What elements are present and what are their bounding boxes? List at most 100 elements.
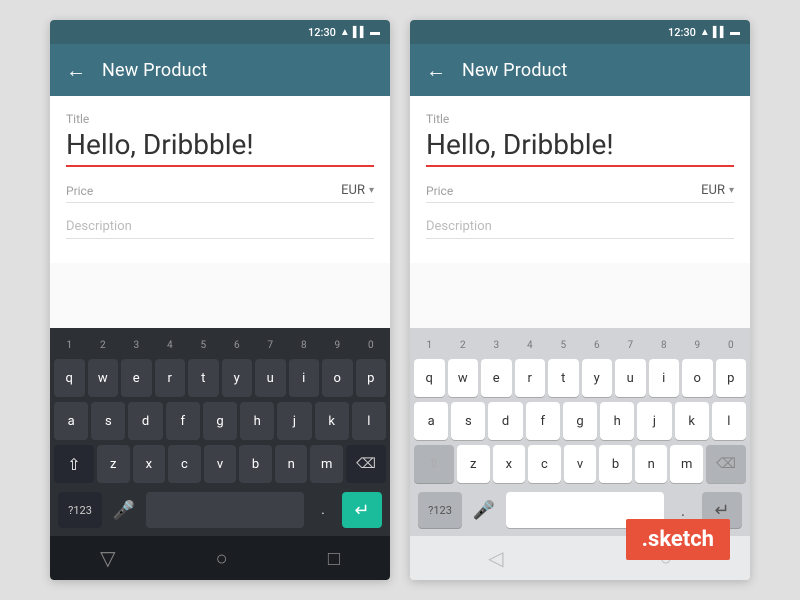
key-o-dark[interactable]: o: [322, 359, 353, 397]
num-6[interactable]: 6: [222, 334, 253, 356]
price-row-dark: Price EUR ▾: [66, 183, 374, 202]
num-5[interactable]: 5: [188, 334, 219, 356]
num-8-l[interactable]: 8: [649, 334, 680, 356]
delete-key-dark[interactable]: ⌫: [346, 445, 386, 483]
nav-back-light[interactable]: ◁: [488, 546, 503, 570]
nav-home-dark[interactable]: ○: [216, 546, 228, 571]
key-o-light[interactable]: o: [682, 359, 713, 397]
num-1[interactable]: 1: [54, 334, 85, 356]
key-s-light[interactable]: s: [451, 402, 485, 440]
key-u-light[interactable]: u: [615, 359, 646, 397]
key-a-dark[interactable]: a: [54, 402, 88, 440]
num-9[interactable]: 9: [322, 334, 353, 356]
back-button-light[interactable]: ←: [426, 58, 446, 83]
currency-select-dark[interactable]: EUR ▾: [341, 183, 374, 198]
space-bar-dark[interactable]: [146, 492, 304, 528]
key-t-light[interactable]: t: [548, 359, 579, 397]
currency-select-light[interactable]: EUR ▾: [701, 183, 734, 198]
key-h-dark[interactable]: h: [240, 402, 274, 440]
num-5-l[interactable]: 5: [548, 334, 579, 356]
key-q-dark[interactable]: q: [54, 359, 85, 397]
key-j-light[interactable]: j: [637, 402, 671, 440]
key-z-dark[interactable]: z: [97, 445, 130, 483]
key-e-light[interactable]: e: [481, 359, 512, 397]
key-c-dark[interactable]: c: [168, 445, 201, 483]
key-i-light[interactable]: i: [649, 359, 680, 397]
desc-label-light[interactable]: Description: [426, 211, 734, 238]
num-2-l[interactable]: 2: [448, 334, 479, 356]
delete-key-light[interactable]: ⌫: [706, 445, 746, 483]
key-v-dark[interactable]: v: [204, 445, 237, 483]
nav-back-dark[interactable]: ▽: [100, 546, 115, 570]
num-2[interactable]: 2: [88, 334, 119, 356]
key-d-light[interactable]: d: [488, 402, 522, 440]
key-k-light[interactable]: k: [675, 402, 709, 440]
key-z-light[interactable]: z: [457, 445, 490, 483]
key-b-dark[interactable]: b: [239, 445, 272, 483]
key-w-light[interactable]: w: [448, 359, 479, 397]
shift-key-light[interactable]: ⇧: [414, 445, 454, 483]
key-p-dark[interactable]: p: [356, 359, 387, 397]
title-value-light[interactable]: Hello, Dribbble!: [426, 128, 734, 165]
key-k-dark[interactable]: k: [315, 402, 349, 440]
title-label-dark: Title: [66, 112, 374, 126]
sym-key-dark[interactable]: ?123: [58, 492, 102, 528]
key-m-dark[interactable]: m: [310, 445, 343, 483]
key-q-light[interactable]: q: [414, 359, 445, 397]
key-g-light[interactable]: g: [563, 402, 597, 440]
key-y-dark[interactable]: y: [222, 359, 253, 397]
key-v-light[interactable]: v: [564, 445, 597, 483]
key-x-dark[interactable]: x: [133, 445, 166, 483]
enter-key-dark[interactable]: ↵: [342, 492, 382, 528]
num-1-l[interactable]: 1: [414, 334, 445, 356]
key-l-dark[interactable]: l: [352, 402, 386, 440]
key-e-dark[interactable]: e: [121, 359, 152, 397]
key-t-dark[interactable]: t: [188, 359, 219, 397]
key-b-light[interactable]: b: [599, 445, 632, 483]
num-9-l[interactable]: 9: [682, 334, 713, 356]
key-r-light[interactable]: r: [515, 359, 546, 397]
key-a-light[interactable]: a: [414, 402, 448, 440]
key-j-dark[interactable]: j: [277, 402, 311, 440]
key-p-light[interactable]: p: [716, 359, 747, 397]
num-0[interactable]: 0: [356, 334, 387, 356]
form-section-light: Title Hello, Dribbble! Price EUR ▾: [410, 96, 750, 263]
desc-label-dark[interactable]: Description: [66, 211, 374, 238]
num-7-l[interactable]: 7: [615, 334, 646, 356]
num-0-l[interactable]: 0: [716, 334, 747, 356]
key-r-dark[interactable]: r: [155, 359, 186, 397]
desc-underline-light: [426, 238, 734, 239]
key-f-dark[interactable]: f: [166, 402, 200, 440]
title-value-dark[interactable]: Hello, Dribbble!: [66, 128, 374, 165]
key-y-light[interactable]: y: [582, 359, 613, 397]
key-n-light[interactable]: n: [635, 445, 668, 483]
num-4[interactable]: 4: [155, 334, 186, 356]
num-8[interactable]: 8: [289, 334, 320, 356]
num-7[interactable]: 7: [255, 334, 286, 356]
mic-key-dark[interactable]: 🎤: [106, 492, 142, 528]
key-i-dark[interactable]: i: [289, 359, 320, 397]
shift-key-dark[interactable]: ⇧: [54, 445, 94, 483]
key-m-light[interactable]: m: [670, 445, 703, 483]
key-f-light[interactable]: f: [526, 402, 560, 440]
key-g-dark[interactable]: g: [203, 402, 237, 440]
period-key-dark[interactable]: .: [308, 492, 338, 528]
num-3[interactable]: 3: [121, 334, 152, 356]
key-d-dark[interactable]: d: [128, 402, 162, 440]
key-x-light[interactable]: x: [493, 445, 526, 483]
num-3-l[interactable]: 3: [481, 334, 512, 356]
num-4-l[interactable]: 4: [515, 334, 546, 356]
sym-key-light[interactable]: ?123: [418, 492, 462, 528]
key-u-dark[interactable]: u: [255, 359, 286, 397]
key-h-light[interactable]: h: [600, 402, 634, 440]
num-6-l[interactable]: 6: [582, 334, 613, 356]
nav-recent-dark[interactable]: □: [328, 546, 340, 571]
key-w-dark[interactable]: w: [88, 359, 119, 397]
key-n-dark[interactable]: n: [275, 445, 308, 483]
key-c-light[interactable]: c: [528, 445, 561, 483]
key-s-dark[interactable]: s: [91, 402, 125, 440]
back-button-dark[interactable]: ←: [66, 58, 86, 83]
title-underline-dark: [66, 165, 374, 167]
mic-key-light[interactable]: 🎤: [466, 492, 502, 528]
key-l-light[interactable]: l: [712, 402, 746, 440]
